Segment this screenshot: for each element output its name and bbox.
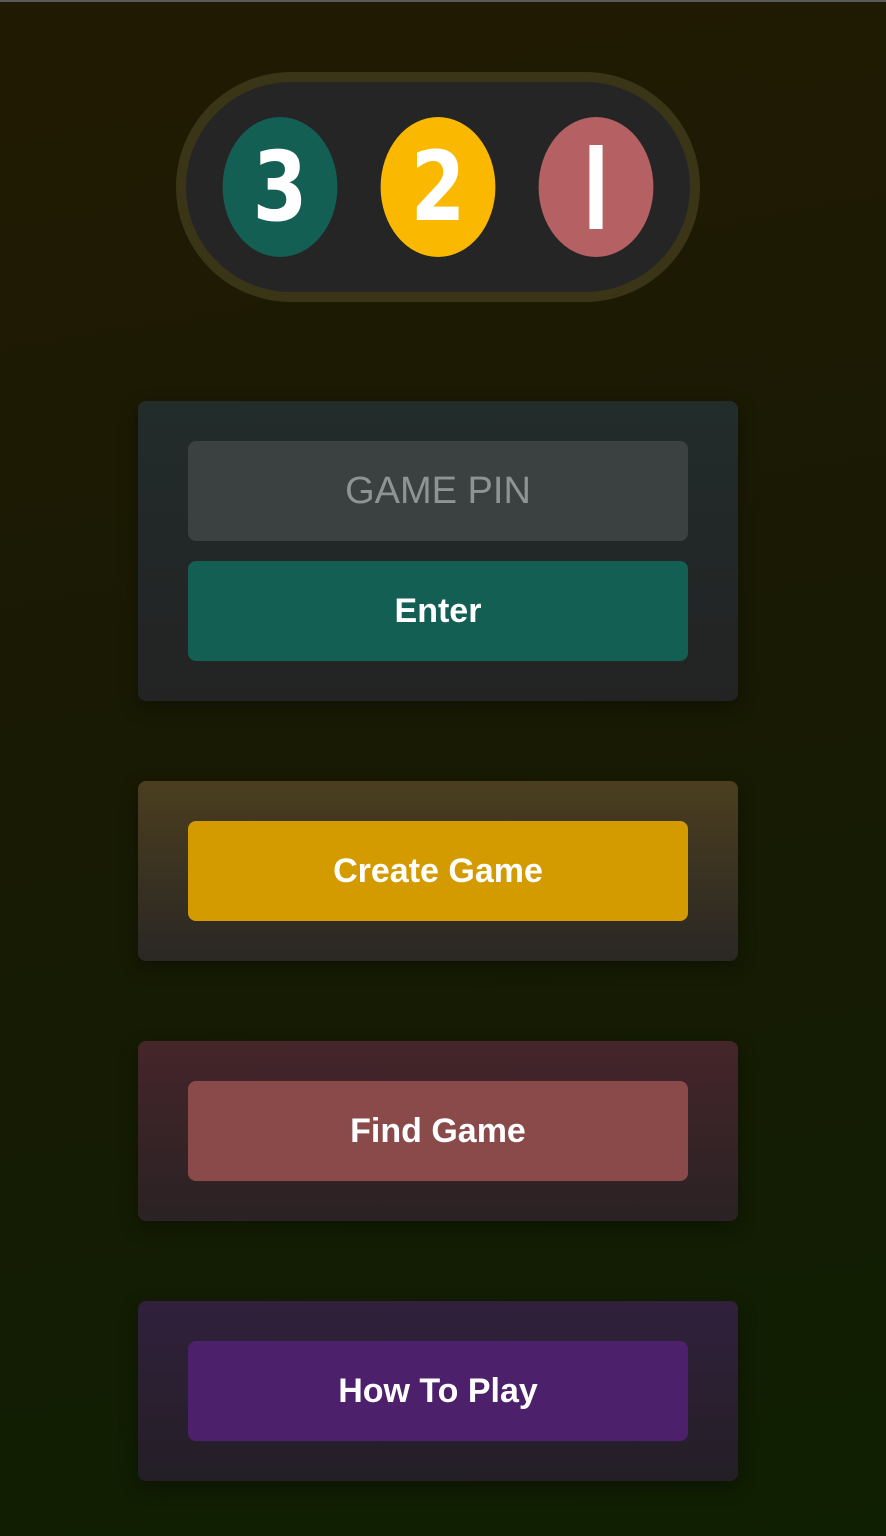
how-to-play-button[interactable]: How To Play xyxy=(188,1341,688,1441)
enter-button[interactable]: Enter xyxy=(188,561,688,661)
logo-digit-3: 3 xyxy=(222,117,338,257)
how-to-play-card: How To Play xyxy=(138,1301,738,1481)
window-top-border xyxy=(0,0,886,2)
logo-321: 3 2 xyxy=(176,72,700,302)
game-pin-input[interactable] xyxy=(188,441,688,541)
logo-digit-2-text: 2 xyxy=(410,131,466,243)
create-game-button[interactable]: Create Game xyxy=(188,821,688,921)
find-game-button[interactable]: Find Game xyxy=(188,1081,688,1181)
join-game-card: Enter xyxy=(138,401,738,701)
logo-digit-3-text: 3 xyxy=(252,131,308,243)
logo-digit-1 xyxy=(538,117,654,257)
create-game-card: Create Game xyxy=(138,781,738,961)
logo-digit-2: 2 xyxy=(380,117,496,257)
logo-digit-1-glyph xyxy=(589,145,603,229)
find-game-card: Find Game xyxy=(138,1041,738,1221)
